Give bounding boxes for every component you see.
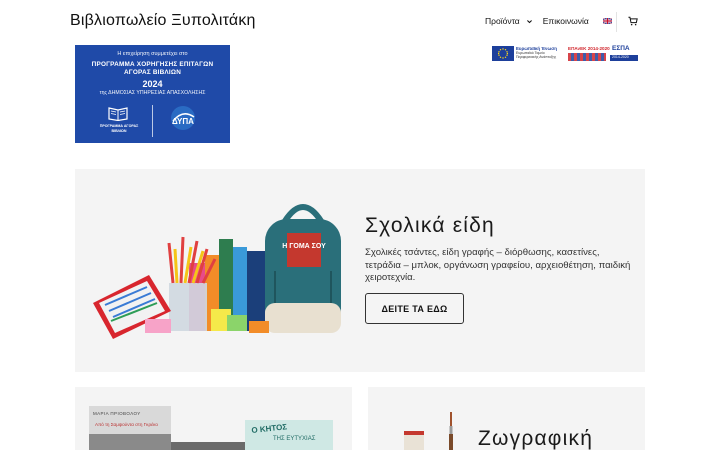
espa-years: 2014-2020 [612, 55, 629, 59]
dypa-logo: ΔΥΠΑ [171, 106, 195, 130]
books-card[interactable]: ΜΑΡΙΑ ΠΡΙΟΒΟΛΟΥ Από τη Σαμψούντα στη Γκρ… [75, 387, 352, 450]
chevron-down-icon [526, 19, 532, 23]
book2-title: Ο ΚΗΤΟΣ [251, 422, 288, 435]
school-supplies-description: Σχολικές τσάντες, είδη γραφής – διόρθωση… [365, 247, 631, 283]
school-supplies-image[interactable]: Η ΓΟΜΑ ΣΟΥ [89, 191, 351, 349]
epanek-label: ΕΠΑνΕΚ 2014-2020 [568, 46, 610, 51]
banner-year: 2024 [142, 79, 163, 89]
backpack-label: Η ΓΟΜΑ ΣΟΥ [282, 243, 326, 250]
banner-divider [152, 105, 153, 137]
eu-funding-logos[interactable]: Ευρωπαϊκή Ένωση Ευρωπαϊκό Ταμείο Περιφερ… [492, 45, 638, 63]
school-supplies-title: Σχολικά είδη [365, 214, 495, 237]
uk-flag-icon[interactable] [602, 18, 612, 24]
book-cover-1: ΜΑΡΙΑ ΠΡΙΟΒΟΛΟΥ Από τη Σαμψούντα στη Γκρ… [89, 406, 171, 450]
nav-contact-label: Επικοινωνία [542, 16, 589, 26]
paint-jar-illustration [404, 431, 424, 450]
nav-products[interactable]: Προϊόντα [485, 16, 533, 26]
backpack-illustration: Η ΓΟΜΑ ΣΟΥ [265, 204, 341, 333]
dypa-logo-text: ΔΥΠΑ [172, 117, 194, 126]
epanek-logo: ΕΠΑνΕΚ 2014-2020 [568, 46, 610, 62]
epanek-bar [568, 53, 606, 61]
school-supplies-section: Η ΓΟΜΑ ΣΟΥ Σχολικά είδη Σχολικές τσάντες… [75, 169, 645, 372]
banner-title-line2: ΑΓΟΡΑΣ ΒΙΒΛΙΩΝ [123, 69, 182, 76]
eu-flag-icon [492, 46, 514, 61]
main-nav: Προϊόντα Επικοινωνία [485, 16, 612, 26]
eu-sublabel-line2: Περιφερειακής Ανάπτυξης [516, 55, 557, 59]
paint-brush-icon [449, 412, 453, 450]
banner-intro: Η επιχείρηση συμμετέχει στο [117, 51, 188, 57]
espa-label: ΕΣΠΑ [612, 45, 630, 52]
book1-author: ΜΑΡΙΑ ΠΡΙΟΒΟΛΟΥ [93, 411, 141, 416]
banner-title-line1: ΠΡΟΓΡΑΜΜΑ ΧΟΡΗΓΗΣΗΣ ΕΠΙΤΑΓΩΝ [91, 61, 214, 68]
see-them-here-button[interactable]: ΔΕΙΤΕ ΤΑ ΕΔΩ [365, 293, 464, 324]
book1-cover-art [89, 434, 171, 450]
nav-products-label: Προϊόντα [485, 16, 520, 26]
nav-divider [616, 12, 617, 32]
site-header: Βιβλιοπωλείο Ξυπολιτάκη Προϊόντα Επικοιν… [0, 0, 720, 44]
book-stack [171, 442, 251, 450]
book-cover-2: Ο ΚΗΤΟΣ ΤΗΣ ΕΥΤΥΧΙΑΣ [245, 420, 333, 450]
cart-icon[interactable] [628, 16, 638, 26]
open-book-icon [108, 107, 128, 121]
painting-card[interactable]: Ζωγραφική [368, 387, 645, 450]
book-voucher-program-banner[interactable]: Η επιχείρηση συμμετέχει στο ΠΡΟΓΡΑΜΜΑ ΧΟ… [75, 45, 230, 143]
nav-contact[interactable]: Επικοινωνία [543, 16, 589, 26]
book1-title: Από τη Σαμψούντα στη Γκρέκο [95, 422, 158, 427]
book2-subtitle: ΤΗΣ ΕΥΤΥΧΙΑΣ [273, 436, 316, 442]
banner-agency: της ΔΗΜΟΣΙΑΣ ΥΠΗΡΕΣΙΑΣ ΑΠΑΣΧΟΛΗΣΗΣ [99, 90, 206, 96]
eu-sublabel: Ευρωπαϊκό Ταμείο Περιφερειακής Ανάπτυξης [516, 51, 556, 59]
program-label: ΠΡΟΓΡΑΜΜΑ ΑΓΟΡΑΣ ΒΙΒΛΙΩΝ [99, 124, 139, 133]
espa-logo: ΕΣΠΑ 2014-2020 [610, 45, 638, 63]
site-title[interactable]: Βιβλιοπωλείο Ξυπολιτάκη [70, 12, 256, 30]
painting-title: Ζωγραφική [478, 427, 594, 450]
